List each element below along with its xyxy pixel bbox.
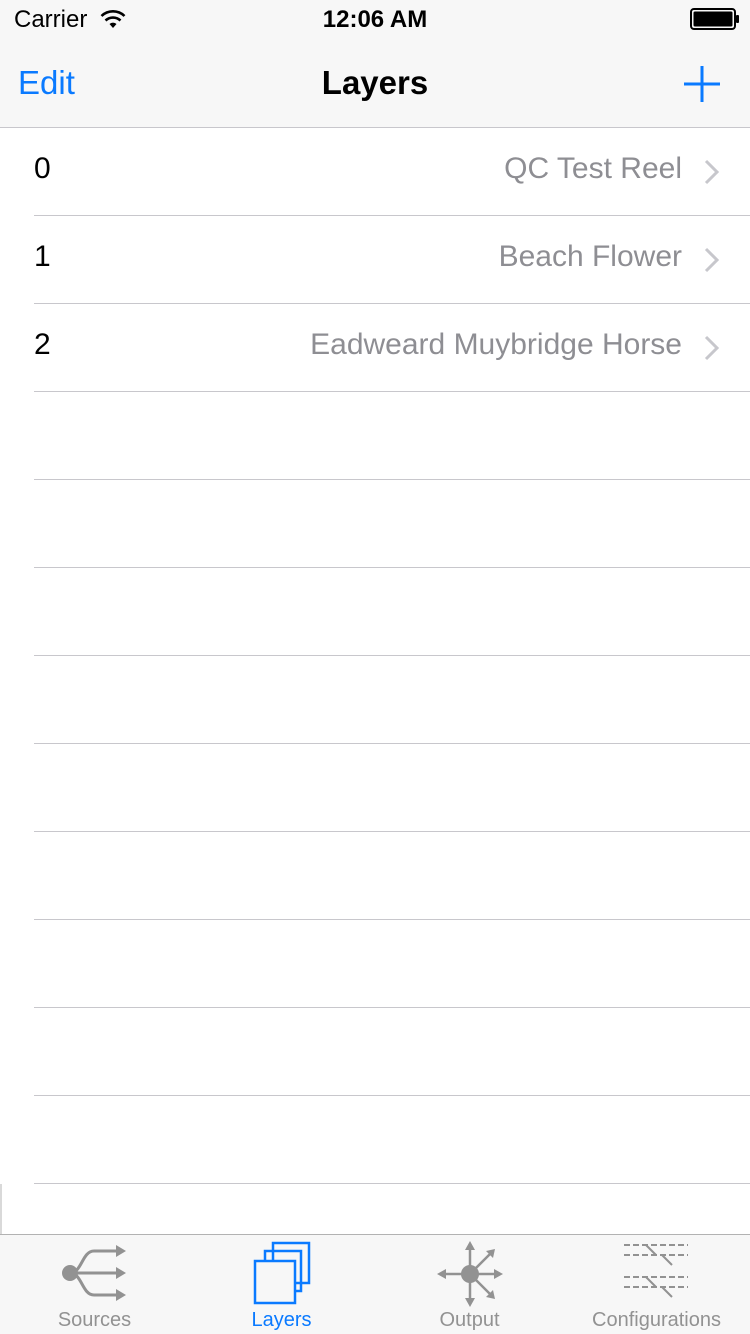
top-bar: Carrier 12:06 AM Edit Layers bbox=[0, 0, 750, 128]
tab-output[interactable]: Output bbox=[376, 1235, 563, 1334]
sources-icon bbox=[61, 1245, 126, 1301]
empty-row bbox=[0, 480, 750, 568]
tab-configurations[interactable]: Configurations bbox=[563, 1235, 750, 1334]
layer-name: QC Test Reel bbox=[504, 152, 682, 185]
empty-row bbox=[0, 920, 750, 1008]
empty-row bbox=[0, 1096, 750, 1184]
tab-layers[interactable]: Layers bbox=[188, 1235, 375, 1334]
table-row[interactable]: 0 QC Test Reel bbox=[0, 128, 750, 216]
plus-icon[interactable] bbox=[680, 62, 724, 106]
layer-index: 1 bbox=[34, 240, 51, 273]
layers-table: 0 QC Test Reel 1 Beach Flower 2 Eadweard… bbox=[0, 128, 750, 1234]
tab-label: Sources bbox=[57, 1309, 132, 1331]
status-bar: Carrier 12:06 AM bbox=[0, 0, 750, 40]
tab-bar: Sources Layers Output Configurations bbox=[0, 1234, 750, 1334]
chevron-right-icon bbox=[704, 335, 720, 361]
tab-label: Layers bbox=[251, 1309, 312, 1331]
layer-index: 0 bbox=[34, 152, 51, 185]
empty-row bbox=[0, 568, 750, 656]
table-row[interactable]: 1 Beach Flower bbox=[0, 216, 750, 304]
tab-sources[interactable]: Sources bbox=[1, 1235, 188, 1334]
tab-label: Output bbox=[439, 1309, 500, 1331]
layer-name: Eadweard Muybridge Horse bbox=[310, 328, 682, 361]
output-icon bbox=[436, 1241, 503, 1307]
page-title: Layers bbox=[321, 64, 429, 101]
empty-row bbox=[0, 1008, 750, 1096]
chevron-right-icon bbox=[704, 247, 720, 273]
empty-row bbox=[0, 392, 750, 480]
layer-name: Beach Flower bbox=[498, 240, 682, 273]
layers-icon bbox=[253, 1241, 310, 1305]
tab-label: Configurations bbox=[592, 1309, 721, 1331]
row-separator bbox=[34, 1183, 750, 1184]
empty-row bbox=[0, 832, 750, 920]
status-time: 12:06 AM bbox=[322, 6, 428, 33]
layer-index: 2 bbox=[34, 328, 51, 361]
battery-icon bbox=[690, 8, 739, 30]
chevron-right-icon bbox=[704, 159, 720, 185]
empty-row bbox=[0, 744, 750, 832]
navigation-bar: Edit Layers bbox=[0, 40, 750, 128]
empty-row bbox=[0, 656, 750, 744]
table-row[interactable]: 2 Eadweard Muybridge Horse bbox=[0, 304, 750, 392]
configurations-icon bbox=[623, 1244, 688, 1298]
